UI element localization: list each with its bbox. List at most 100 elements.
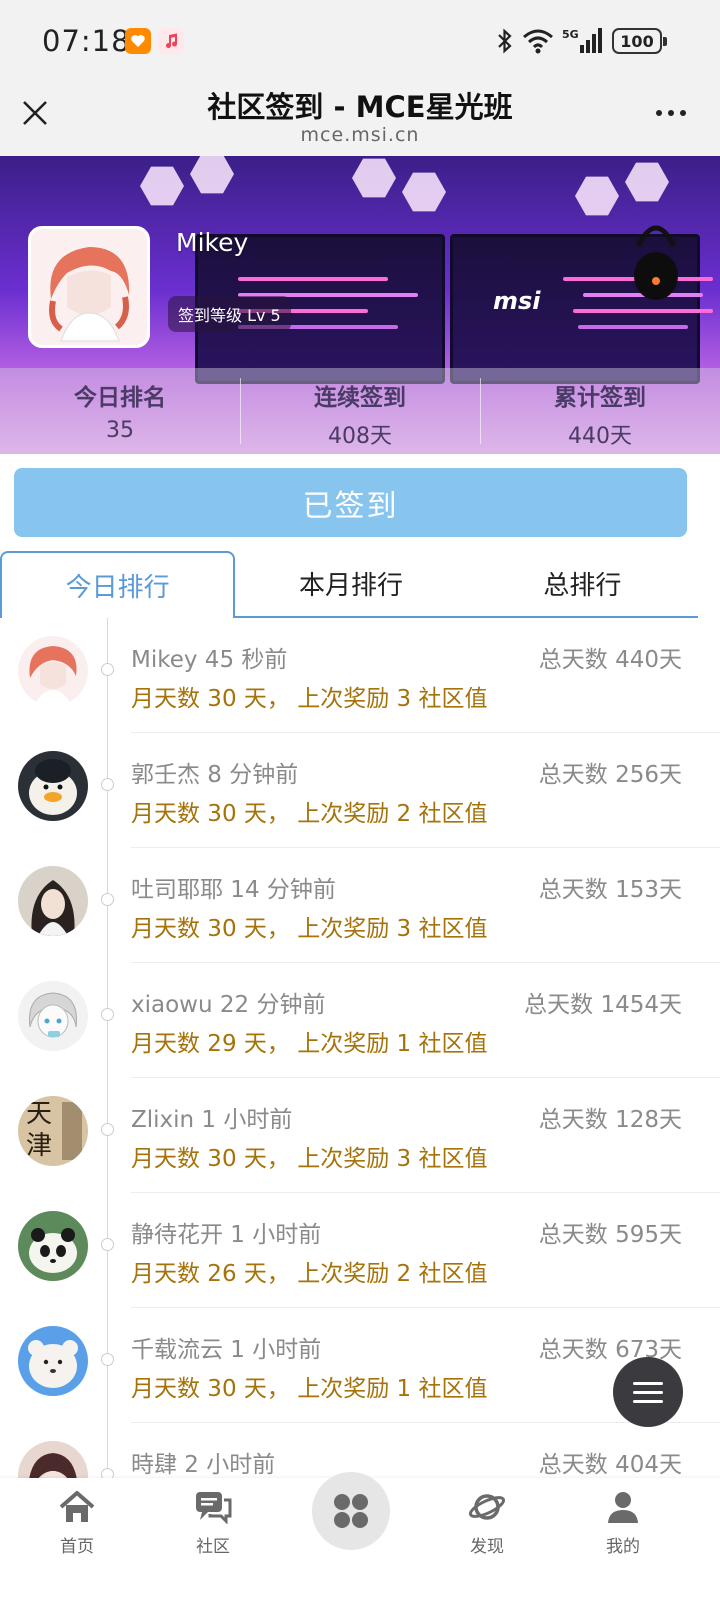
reward-detail: 月天数 26 天， 上次奖励 2 社区值 xyxy=(131,1261,488,1287)
clock: 07:18 xyxy=(42,24,131,58)
avatar[interactable] xyxy=(18,636,88,706)
tab-today-ranking[interactable]: 今日排行 xyxy=(0,551,236,618)
total-days: 总天数 404天 xyxy=(538,1452,682,1478)
bottom-nav: 首页 社区 发现 我的 xyxy=(0,1472,720,1610)
list-item[interactable]: 天津 Zlixin 1 小时前 总天数 128天 月天数 30 天， 上次奖励 … xyxy=(0,1078,720,1193)
timeline-dot xyxy=(101,1238,114,1251)
avatar[interactable] xyxy=(18,751,88,821)
nav-center-apps[interactable] xyxy=(312,1472,390,1550)
signed-in-button[interactable]: 已签到 xyxy=(14,468,687,537)
nav-label: 社区 xyxy=(196,1537,230,1557)
timeline-dot xyxy=(101,1008,114,1021)
svg-text:5G: 5G xyxy=(562,28,579,41)
reward-detail: 月天数 30 天， 上次奖励 3 社区值 xyxy=(131,686,488,712)
timeline-dot xyxy=(101,1123,114,1136)
decor-light xyxy=(625,162,669,202)
nav-discover[interactable]: 发现 xyxy=(442,1490,532,1557)
stat-today-rank: 今日排名 35 xyxy=(0,368,240,454)
stat-label: 今日排名 xyxy=(74,385,166,411)
floating-menu-button[interactable] xyxy=(613,1357,683,1427)
nav-home[interactable]: 首页 xyxy=(32,1490,122,1557)
list-item[interactable]: xiaowu 22 分钟前 总天数 1454天 月天数 29 天， 上次奖励 1… xyxy=(0,963,720,1078)
user-and-time: Zlixin 1 小时前 xyxy=(131,1107,293,1133)
profile-banner: msi Mikey 签到等级 Lv 5 今日排名 35 连续签到 408天 累计… xyxy=(0,156,720,454)
avatar[interactable] xyxy=(18,1326,88,1396)
timeline-dot xyxy=(101,893,114,906)
timeline-dot xyxy=(101,1468,114,1478)
ranking-list: Mikey 45 秒前 总天数 440天 月天数 30 天， 上次奖励 3 社区… xyxy=(0,618,720,1478)
timeline-dot xyxy=(101,663,114,676)
nav-label: 我的 xyxy=(606,1537,640,1557)
signal-5g-icon: 5G xyxy=(562,28,602,53)
bluetooth-icon xyxy=(498,28,512,54)
stats-bar: 今日排名 35 连续签到 408天 累计签到 440天 xyxy=(0,368,720,454)
reward-detail: 月天数 30 天， 上次奖励 1 社区值 xyxy=(131,1376,488,1402)
user-and-time: xiaowu 22 分钟前 xyxy=(131,992,326,1018)
list-item[interactable]: 千载流云 1 小时前 总天数 673天 月天数 30 天， 上次奖励 1 社区值 xyxy=(0,1308,720,1423)
home-icon xyxy=(59,1491,95,1522)
stat-cumulative: 累计签到 440天 xyxy=(480,368,720,454)
stat-label: 累计签到 xyxy=(554,385,646,411)
tab-month-ranking[interactable]: 本月排行 xyxy=(235,551,466,616)
status-icons: 5G 100 xyxy=(496,26,667,56)
screen: 07:18 5G 100 社区签到 - MCE星光班 mce.msi.cn ms… xyxy=(0,0,720,1610)
total-days: 总天数 595天 xyxy=(538,1222,682,1248)
user-and-time: 郭壬杰 8 分钟前 xyxy=(131,762,299,788)
nav-label: 发现 xyxy=(470,1537,504,1557)
msi-logo: msi xyxy=(493,287,541,315)
total-days: 总天数 153天 xyxy=(538,877,682,903)
decor-light xyxy=(140,166,184,206)
total-days: 总天数 128天 xyxy=(538,1107,682,1133)
user-and-time: 吐司耶耶 14 分钟前 xyxy=(131,877,336,903)
avatar[interactable] xyxy=(18,1441,88,1478)
list-item[interactable]: 郭壬杰 8 分钟前 总天数 256天 月天数 30 天， 上次奖励 2 社区值 xyxy=(0,733,720,848)
timeline-dot xyxy=(101,778,114,791)
user-avatar[interactable] xyxy=(28,226,150,348)
list-item[interactable]: 時肆 2 小时前 总天数 404天 xyxy=(0,1423,720,1478)
list-item[interactable]: 静待花开 1 小时前 总天数 595天 月天数 26 天， 上次奖励 2 社区值 xyxy=(0,1193,720,1308)
reward-detail: 月天数 30 天， 上次奖励 3 社区值 xyxy=(131,916,488,942)
timeline-dot xyxy=(101,1353,114,1366)
list-item[interactable]: Mikey 45 秒前 总天数 440天 月天数 30 天， 上次奖励 3 社区… xyxy=(0,618,720,733)
avatar-text: 天津 xyxy=(26,1099,53,1161)
list-item[interactable]: 吐司耶耶 14 分钟前 总天数 153天 月天数 30 天， 上次奖励 3 社区… xyxy=(0,848,720,963)
user-and-time: Mikey 45 秒前 xyxy=(131,647,288,673)
avatar[interactable]: 天津 xyxy=(18,1096,88,1166)
reward-detail: 月天数 30 天， 上次奖励 3 社区值 xyxy=(131,1146,488,1172)
headphones-decor xyxy=(634,225,678,300)
stat-value: 408天 xyxy=(328,424,392,449)
avatar[interactable] xyxy=(18,981,88,1051)
decor-light xyxy=(402,172,446,212)
decor-light xyxy=(352,158,396,198)
username: Mikey xyxy=(176,228,249,257)
planet-icon xyxy=(468,1494,506,1520)
avatar[interactable] xyxy=(18,866,88,936)
decor-light xyxy=(190,156,234,194)
sign-in-level-badge: 签到等级 Lv 5 xyxy=(168,296,291,332)
reward-detail: 月天数 30 天， 上次奖励 2 社区值 xyxy=(131,801,488,827)
title-bar: 社区签到 - MCE星光班 mce.msi.cn xyxy=(0,84,720,156)
battery-indicator: 100 xyxy=(612,28,667,54)
status-bar: 07:18 5G 100 xyxy=(0,0,720,84)
user-and-time: 時肆 2 小时前 xyxy=(131,1452,276,1478)
more-menu-icon[interactable] xyxy=(656,110,686,116)
chat-icon xyxy=(196,1492,232,1525)
nav-mine[interactable]: 我的 xyxy=(578,1490,668,1557)
nav-community[interactable]: 社区 xyxy=(168,1490,258,1557)
decor-light xyxy=(575,176,619,216)
page-title: 社区签到 - MCE星光班 xyxy=(207,90,513,124)
wifi-icon xyxy=(523,29,553,54)
stat-value: 35 xyxy=(106,418,134,443)
nav-label: 首页 xyxy=(60,1537,94,1557)
apps-icon xyxy=(334,1494,368,1528)
user-and-time: 千载流云 1 小时前 xyxy=(131,1337,322,1363)
music-app-icon xyxy=(158,28,184,54)
user-and-time: 静待花开 1 小时前 xyxy=(131,1222,322,1248)
reward-detail: 月天数 29 天， 上次奖励 1 社区值 xyxy=(131,1031,488,1057)
tab-total-ranking[interactable]: 总排行 xyxy=(467,551,698,616)
stat-consecutive: 连续签到 408天 xyxy=(240,368,480,454)
total-days: 总天数 256天 xyxy=(538,762,682,788)
user-icon xyxy=(608,1492,638,1523)
avatar[interactable] xyxy=(18,1211,88,1281)
stat-label: 连续签到 xyxy=(314,385,406,411)
